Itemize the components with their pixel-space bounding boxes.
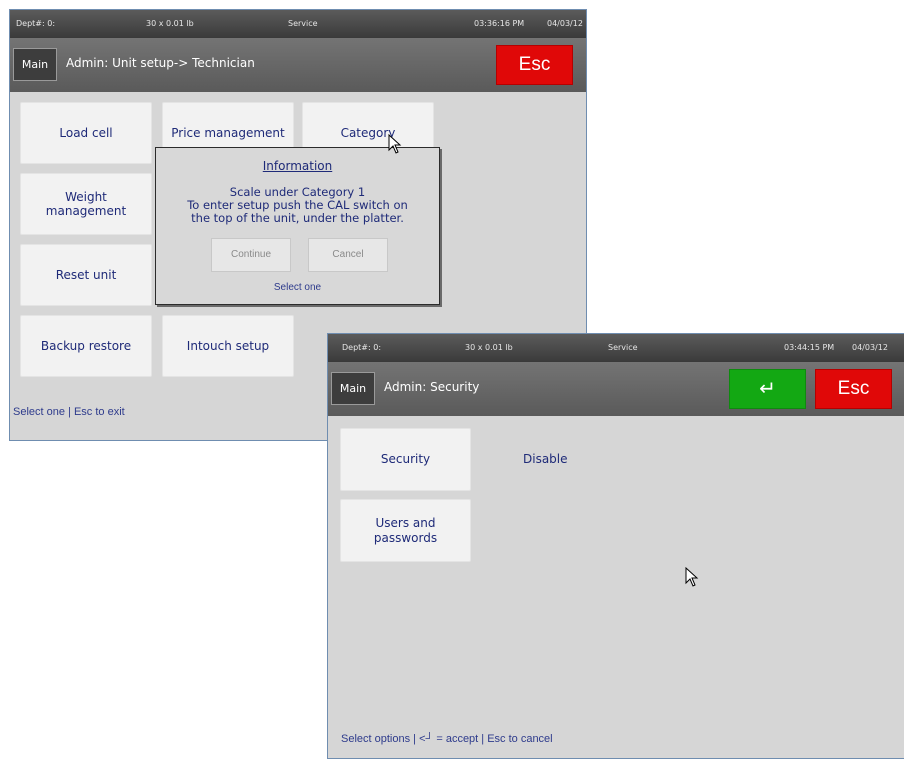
enter-icon: ↵ [759,376,776,400]
security-value: Disable [523,452,568,466]
mouse-pointer-icon [388,134,402,154]
users-passwords-button[interactable]: Users and passwords [340,499,471,562]
scale-capacity: 30 x 0.01 lb [465,343,513,352]
page-title: Admin: Unit setup-> Technician [66,56,255,70]
clock-time: 03:44:15 PM [784,343,835,352]
dialog-select-hint: Select one [273,282,322,293]
mode-indicator: Service [288,19,318,28]
reset-unit-button[interactable]: Reset unit [20,244,152,306]
dialog-title: Information [262,159,333,173]
footer-hint: Select options | <┘ = accept | Esc to ca… [341,733,553,745]
clock-date: 04/03/12 [852,343,888,352]
weight-management-button[interactable]: Weight management [20,173,152,235]
dialog-message: Scale under Category 1 To enter setup pu… [160,186,435,225]
dept-number: Dept#: 0: [342,343,382,352]
security-button[interactable]: Security [340,428,471,491]
status-bar: Dept#: 0: 30 x 0.01 lb Service 03:44:15 … [328,334,904,362]
page-title: Admin: Security [384,380,480,394]
accept-button[interactable]: ↵ [729,369,806,409]
security-window: Dept#: 0: 30 x 0.01 lb Service 03:44:15 … [327,333,904,759]
footer-hint: Select one | Esc to exit [13,406,125,418]
clock-date: 04/03/12 [547,19,583,28]
cancel-button[interactable]: Cancel [308,238,388,272]
information-dialog: Information Scale under Category 1 To en… [155,147,440,305]
status-bar: Dept#: 0: 30 x 0.01 lb Service 03:36:16 … [10,10,586,38]
intouch-setup-button[interactable]: Intouch setup [162,315,294,377]
title-bar: Main Admin: Unit setup-> Technician Esc [10,38,586,92]
load-cell-button[interactable]: Load cell [20,102,152,164]
main-button[interactable]: Main [331,372,375,405]
scale-capacity: 30 x 0.01 lb [146,19,194,28]
dept-number: Dept#: 0: [16,19,56,28]
backup-restore-button[interactable]: Backup restore [20,315,152,377]
continue-button[interactable]: Continue [211,238,291,272]
esc-button[interactable]: Esc [815,369,892,409]
mode-indicator: Service [608,343,638,352]
title-bar: Main Admin: Security ↵ Esc [328,362,904,416]
main-button[interactable]: Main [13,48,57,81]
mouse-pointer-icon [685,567,699,587]
dialog-line-3: the top of the unit, under the platter. [191,211,404,225]
esc-button[interactable]: Esc [496,45,573,85]
clock-time: 03:36:16 PM [474,19,525,28]
